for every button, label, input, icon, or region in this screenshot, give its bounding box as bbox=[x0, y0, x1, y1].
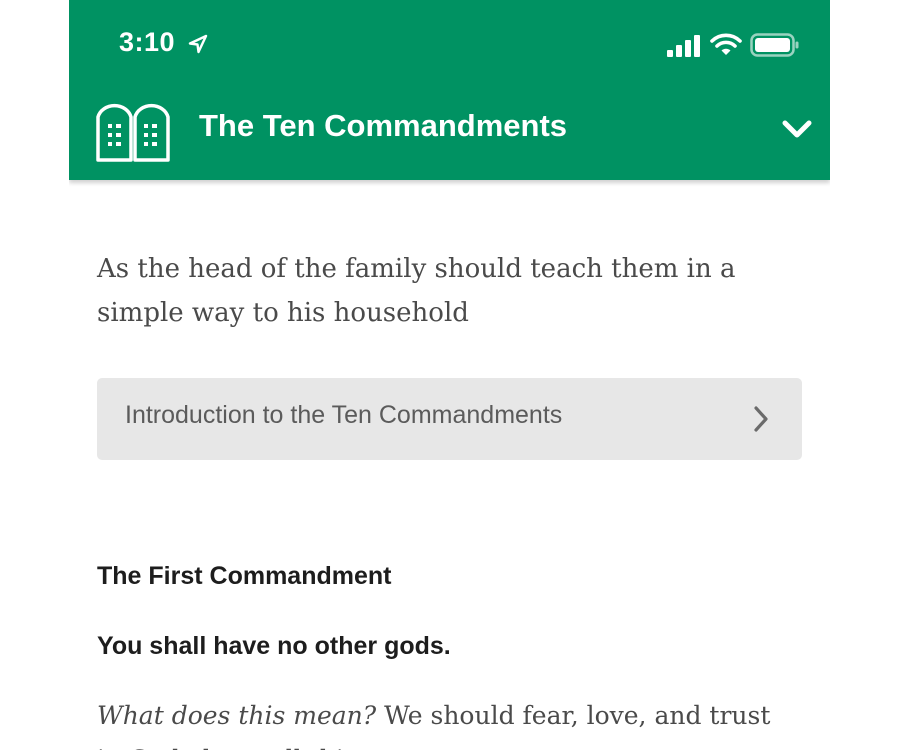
battery-icon bbox=[750, 33, 799, 57]
status-time: 3:10 bbox=[119, 27, 176, 57]
section-heading: The First Commandment bbox=[97, 562, 392, 590]
title-bar: The Ten Commandments bbox=[69, 90, 830, 180]
page: 3:10 The Ten Commandments As the head of… bbox=[0, 0, 900, 750]
chevron-down-icon[interactable] bbox=[781, 116, 813, 142]
introduction-link[interactable]: Introduction to the Ten Commandments bbox=[97, 378, 802, 460]
explanation-text: What does this mean? We should fear, lov… bbox=[97, 694, 802, 750]
subtitle-text: As the head of the family should teach t… bbox=[97, 254, 736, 328]
cellular-signal-icon bbox=[667, 35, 700, 57]
app-header: 3:10 The Ten Commandments bbox=[69, 0, 830, 180]
status-bar: 3:10 bbox=[69, 0, 830, 90]
chevron-right-icon bbox=[754, 406, 768, 432]
location-arrow-icon bbox=[188, 34, 208, 54]
introduction-link-label: Introduction to the Ten Commandments bbox=[125, 401, 563, 429]
explanation-question: What does this mean? bbox=[97, 701, 377, 730]
page-title: The Ten Commandments bbox=[199, 108, 568, 143]
tablets-icon bbox=[96, 103, 170, 162]
phone-screen: 3:10 The Ten Commandments As the head of… bbox=[69, 0, 830, 750]
wifi-icon bbox=[710, 33, 742, 55]
commandment-text: You shall have no other gods. bbox=[97, 632, 451, 660]
